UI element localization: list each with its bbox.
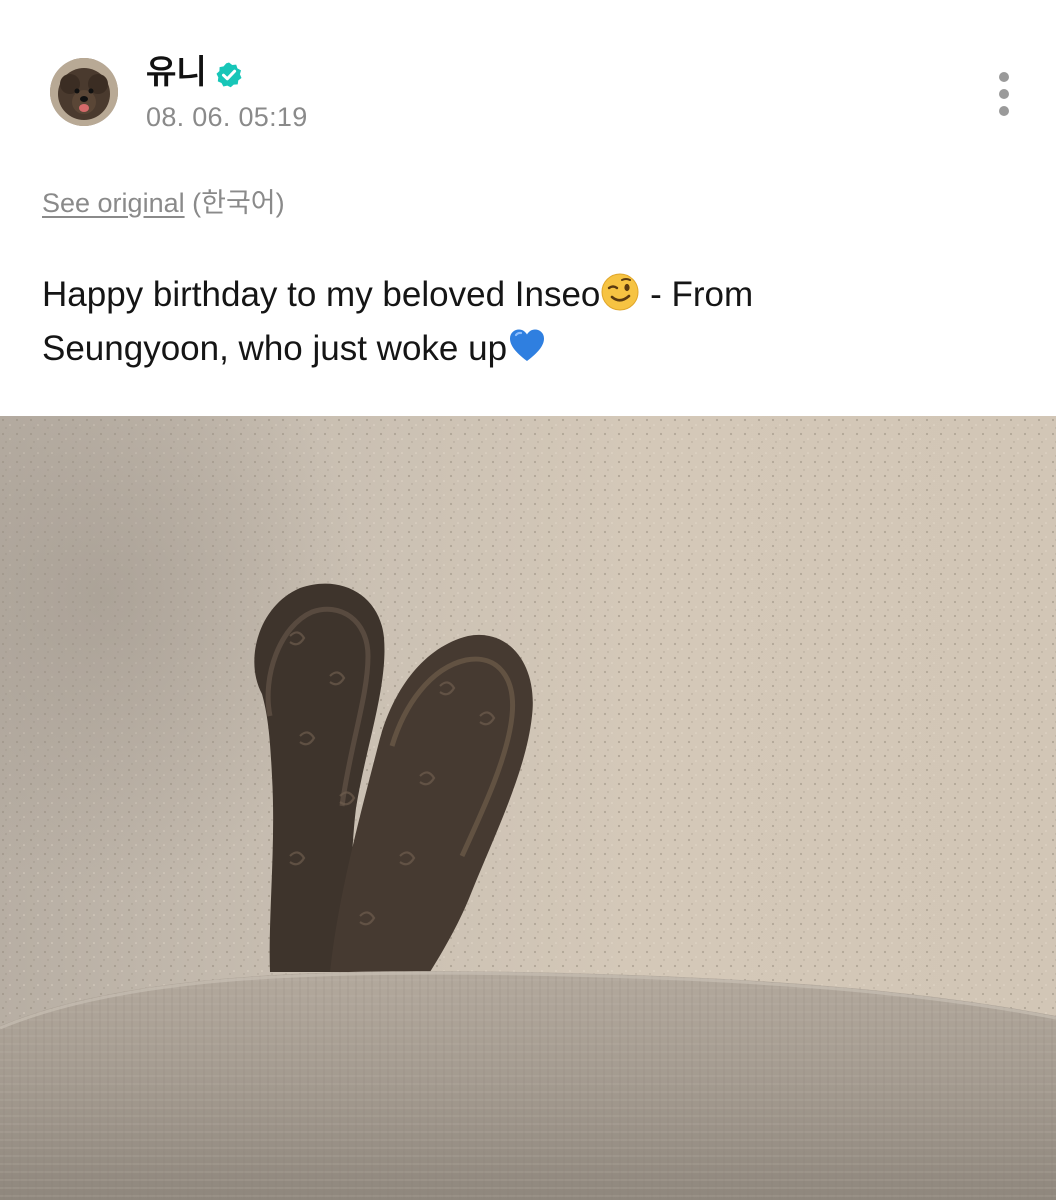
author-name-row[interactable]: 유니 xyxy=(146,52,243,92)
post-text-line1: Happy birthday to my beloved Inseo xyxy=(42,275,601,314)
post-body-text: Happy birthday to my beloved Inseo - Fro… xyxy=(42,268,1002,376)
more-vertical-icon-dot-3 xyxy=(999,106,1009,116)
dog-ears-photo xyxy=(0,416,1056,1200)
dog-avatar-icon xyxy=(50,58,118,126)
more-vertical-icon-dot-2 xyxy=(999,89,1009,99)
wink-face-emoji-icon xyxy=(600,272,640,312)
more-vertical-icon xyxy=(999,72,1009,82)
post-card: 유니 08. 06. 05:19 See original (한국어) Happ… xyxy=(0,0,1056,1200)
see-original-link[interactable]: See original xyxy=(42,188,185,218)
blue-heart-emoji-icon xyxy=(507,326,547,366)
post-photo[interactable] xyxy=(0,416,1056,1200)
post-text-line1-after: - From xyxy=(640,275,754,314)
post-text-line2: Seungyoon, who just woke up xyxy=(42,329,508,368)
original-language-label: (한국어) xyxy=(192,188,285,218)
author-name[interactable]: 유니 xyxy=(146,52,207,92)
post-header: 유니 08. 06. 05:19 xyxy=(0,0,1056,160)
translation-row: See original (한국어) xyxy=(42,186,285,220)
more-options-button[interactable] xyxy=(984,66,1024,122)
verified-badge-icon xyxy=(215,58,243,88)
author-avatar[interactable] xyxy=(50,58,118,126)
post-timestamp: 08. 06. 05:19 xyxy=(146,102,308,132)
